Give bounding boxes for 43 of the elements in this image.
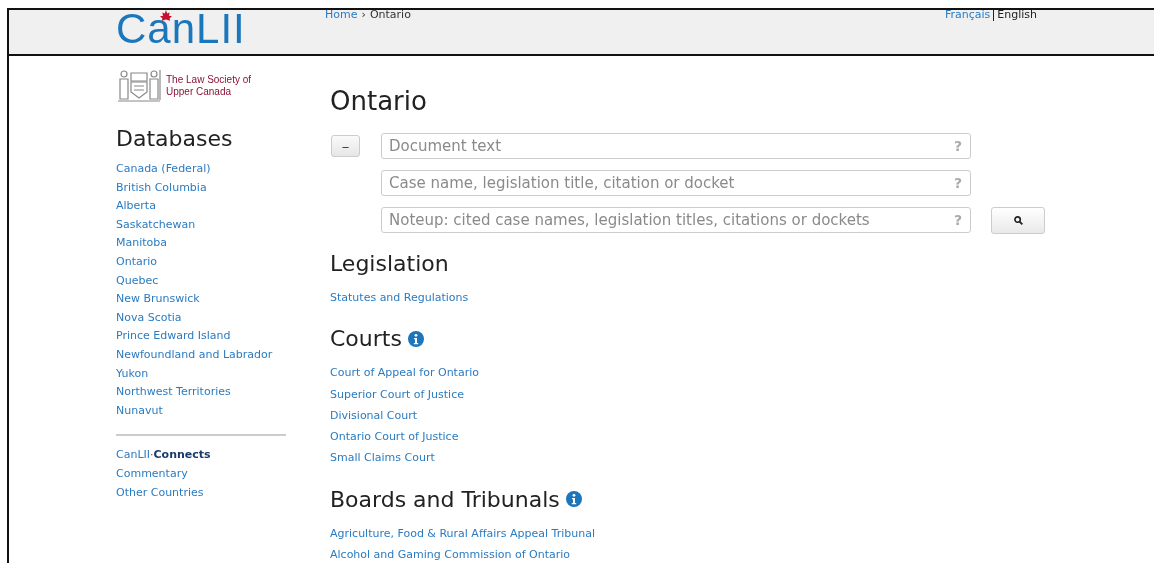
court-link[interactable]: Divisional Court [330,408,418,422]
section-title: Boards and Tribunals [330,486,560,512]
language-link[interactable]: Français [945,10,991,21]
breadcrumb-current: Ontario [369,10,411,21]
court-link[interactable]: Court of Appeal for Ontario [330,366,479,380]
breadcrumb-link[interactable]: Home [325,10,358,21]
court-link[interactable]: Statutes and Regulations [330,291,469,304]
breadcrumb-separator: › [361,10,366,21]
sponsor-name[interactable]: The Law Society of Upper Canada [166,74,256,98]
sidebar-link[interactable]: Other Countries [116,485,204,499]
section-title: Courts [330,326,402,352]
database-link[interactable]: Saskatchewan [116,217,196,231]
database-link[interactable]: New Brunswick [116,292,200,306]
page-title: Ontario [330,86,428,116]
info-icon[interactable] [407,330,424,347]
database-link[interactable]: Yukon [116,366,149,380]
site-logo[interactable]: CanLII [116,10,246,52]
sidebar-title: Databases [116,126,234,151]
database-link[interactable]: Canada (Federal) [116,162,211,175]
database-link[interactable]: Alberta [116,199,156,213]
search-button[interactable] [991,206,1045,234]
connects-link[interactable]: CanLII·Connects [116,448,211,462]
language-link[interactable]: English [993,10,1038,21]
database-link[interactable]: Manitoba [116,236,168,250]
database-link[interactable]: Nova Scotia [116,310,182,324]
database-link[interactable]: Nunavut [116,403,163,417]
database-link[interactable]: Newfoundland and Labrador [116,347,273,361]
crest-drawing [116,68,162,104]
collapse-button[interactable]: – [331,135,360,157]
database-link[interactable]: British Columbia [116,180,207,194]
court-link[interactable]: Ontario Court of Justice [330,430,459,444]
database-link[interactable]: Ontario [116,254,157,268]
database-link[interactable]: Quebec [116,273,159,287]
database-link[interactable]: Northwest Territories [116,385,231,399]
search-icon [1013,215,1023,225]
court-link[interactable]: Superior Court of Justice [330,387,464,401]
info-icon[interactable] [565,491,582,508]
sidebar-link[interactable]: Commentary [116,466,188,480]
court-link[interactable]: Alcohol and Gaming Commission of Ontario [330,548,570,562]
court-link[interactable]: Small Claims Court [330,451,435,465]
court-link[interactable]: Agriculture, Food & Rural Affairs Appeal Tribunal [330,526,595,540]
database-link[interactable]: Prince Edward Island [116,329,231,343]
section-title: Legislation [330,251,449,276]
